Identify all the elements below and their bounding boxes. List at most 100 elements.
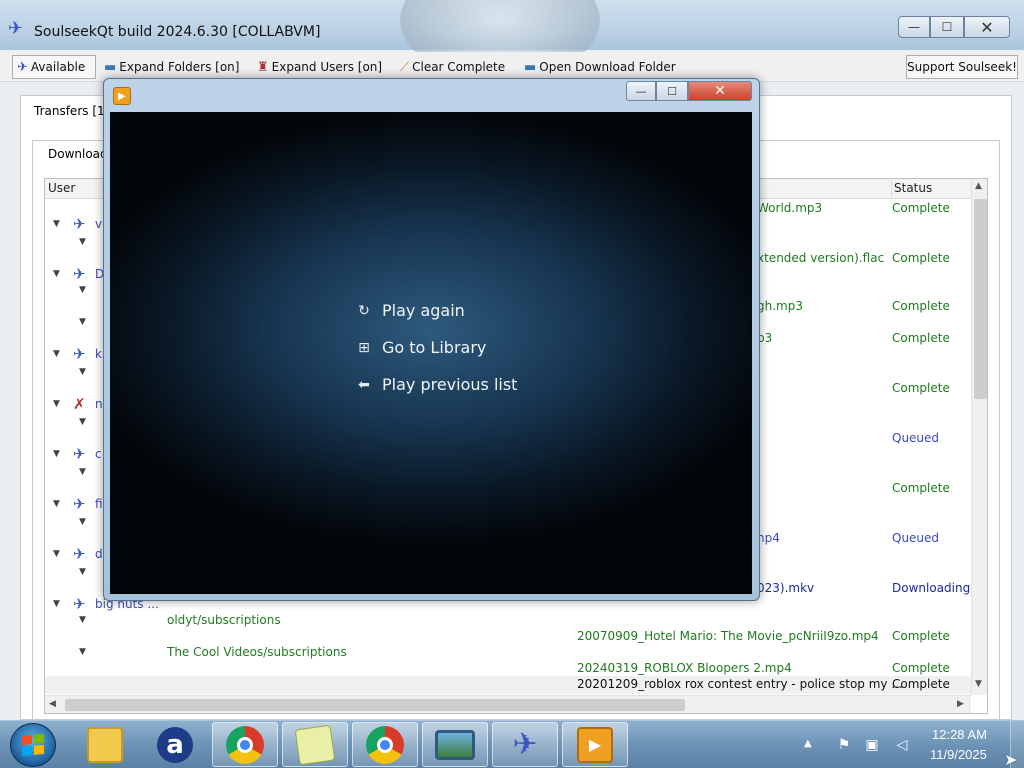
horizontal-scrollbar[interactable]: ◀ ▶ [45, 695, 971, 713]
taskbar-amazon[interactable]: a [142, 722, 208, 767]
player-video-area: ↻ Play again ⊞ Go to Library ⬅ Play prev… [110, 112, 752, 594]
close-icon: ✕ [714, 83, 726, 99]
folder-expand-arrow-icon[interactable]: ▼ [79, 317, 86, 327]
status-text: Complete [892, 481, 950, 495]
folder-expand-arrow-icon[interactable]: ▼ [79, 567, 86, 577]
network-icon[interactable]: ▣ [862, 735, 882, 755]
expand-arrow-icon[interactable]: ▼ [53, 269, 60, 279]
folder-expand-arrow-icon[interactable]: ▼ [79, 517, 86, 527]
show-hidden-icons-icon[interactable]: ▲ [804, 738, 812, 749]
folder-expand-arrow-icon[interactable]: ▼ [79, 367, 86, 377]
status-text: Downloading [892, 581, 971, 595]
clock-time[interactable]: 12:28 AM [932, 727, 987, 742]
maximize-icon: ☐ [667, 84, 677, 98]
folder-icon [87, 726, 123, 763]
folder-icon: ▬ [524, 59, 537, 75]
volume-muted-icon[interactable]: ◁ [892, 735, 912, 755]
play-again-option[interactable]: ↻ Play again [354, 301, 465, 320]
clock-date[interactable]: 11/9/2025 [930, 747, 987, 762]
minimize-icon: — [635, 84, 647, 98]
taskbar-media-player[interactable]: ▶ [562, 722, 628, 767]
soulseek-bird-icon: ✈ [512, 727, 538, 762]
expand-arrow-icon[interactable]: ▼ [53, 449, 60, 459]
folder-expand-arrow-icon[interactable]: ▼ [79, 237, 86, 247]
start-button[interactable] [10, 723, 56, 767]
expand-arrow-icon[interactable]: ▼ [53, 499, 60, 509]
replay-icon: ↻ [358, 302, 370, 319]
status-text: Complete [892, 677, 950, 691]
mouse-cursor-icon: ➤ [1004, 750, 1018, 768]
title-bar: ✈ SoulseekQt build 2024.6.30 [COLLABVM] … [0, 0, 1024, 80]
file-name: 20240319_ROBLOX Bloopers 2.mp4 [577, 661, 792, 675]
folder-expand-arrow-icon[interactable]: ▼ [79, 647, 86, 657]
user-bird-icon: ✈ [73, 495, 86, 513]
play-previous-list-option[interactable]: ⬅ Play previous list [354, 375, 517, 394]
media-player-icon: ▶ [577, 726, 613, 763]
scroll-left-icon[interactable]: ◀ [49, 699, 56, 709]
taskbar-photo-viewer[interactable] [422, 722, 488, 767]
user-name: c [95, 447, 102, 461]
go-to-library-option[interactable]: ⊞ Go to Library [354, 338, 486, 357]
expand-arrow-icon[interactable]: ▼ [53, 549, 60, 559]
clear-complete-button[interactable]: ⟋ Clear Complete [400, 55, 505, 79]
support-soulseek-button[interactable]: Support Soulseek! [906, 55, 1018, 79]
scroll-right-icon[interactable]: ▶ [957, 699, 964, 709]
file-name: np4 [757, 531, 780, 545]
column-header-user[interactable]: User [48, 181, 75, 195]
status-text: Complete [892, 251, 950, 265]
status-text: Complete [892, 331, 950, 345]
folder-expand-arrow-icon[interactable]: ▼ [79, 417, 86, 427]
taskbar-explorer[interactable] [72, 722, 138, 767]
tab-transfers[interactable]: Transfers [1 [24, 98, 115, 126]
expand-arrow-icon[interactable]: ▼ [53, 349, 60, 359]
maximize-button[interactable]: ☐ [930, 16, 964, 38]
user-name: d [95, 547, 103, 561]
vertical-scroll-thumb[interactable] [974, 199, 987, 399]
expand-folders-label: Expand Folders [on] [119, 60, 240, 74]
folder-expand-arrow-icon[interactable]: ▼ [79, 615, 86, 625]
available-button[interactable]: ✈ Available [12, 55, 96, 79]
sticky-notes-icon [294, 724, 336, 765]
file-name: xtended version).flac [757, 251, 885, 265]
maximize-icon: ☐ [941, 20, 953, 34]
folder-icon: ▬ [104, 59, 117, 75]
player-close-button[interactable]: ✕ [688, 81, 752, 101]
open-download-folder-button[interactable]: ▬ Open Download Folder [524, 55, 676, 79]
vertical-scrollbar[interactable]: ▲ ▼ [971, 179, 987, 695]
action-center-flag-icon[interactable]: ⚑ [834, 735, 854, 755]
status-text: Complete [892, 201, 950, 215]
file-name: 023).mkv [757, 581, 815, 595]
taskbar-chrome-1[interactable] [212, 722, 278, 767]
scroll-up-icon[interactable]: ▲ [975, 181, 982, 191]
expand-users-button[interactable]: ♜ Expand Users [on] [257, 55, 382, 79]
expand-arrow-icon[interactable]: ▼ [53, 399, 60, 409]
windows-logo-icon [22, 733, 44, 757]
open-download-folder-label: Open Download Folder [539, 60, 676, 74]
folder-expand-arrow-icon[interactable]: ▼ [79, 285, 86, 295]
amazon-icon: a [157, 726, 193, 763]
minimize-button[interactable]: — [898, 16, 930, 38]
expand-arrow-icon[interactable]: ▼ [53, 219, 60, 229]
expand-folders-button[interactable]: ▬ Expand Folders [on] [104, 55, 239, 79]
chrome-icon [226, 725, 264, 764]
column-header-status[interactable]: Status [891, 181, 932, 199]
player-maximize-button[interactable]: ☐ [656, 81, 688, 101]
close-button[interactable]: ✕ [964, 16, 1010, 38]
chrome-icon [366, 725, 404, 764]
user-name: fi [95, 497, 103, 511]
scroll-down-icon[interactable]: ▼ [975, 679, 982, 689]
media-player-window: ▶ — ☐ ✕ ↻ Play again ⊞ Go to Library ⬅ P… [103, 78, 760, 601]
photo-viewer-icon [435, 729, 475, 760]
horizontal-scroll-thumb[interactable] [65, 699, 685, 711]
taskbar-chrome-2[interactable] [352, 722, 418, 767]
user-name: k [95, 347, 102, 361]
taskbar-soulseek[interactable]: ✈ [492, 722, 558, 767]
user-bird-icon: ✈ [73, 265, 86, 283]
back-arrow-icon: ⬅ [358, 376, 370, 393]
taskbar-sticky-notes[interactable] [282, 722, 348, 767]
player-minimize-button[interactable]: — [626, 81, 656, 101]
status-text: Complete [892, 661, 950, 675]
folder-name: The Cool Videos/subscriptions [167, 645, 347, 659]
expand-arrow-icon[interactable]: ▼ [53, 599, 60, 609]
folder-expand-arrow-icon[interactable]: ▼ [79, 467, 86, 477]
